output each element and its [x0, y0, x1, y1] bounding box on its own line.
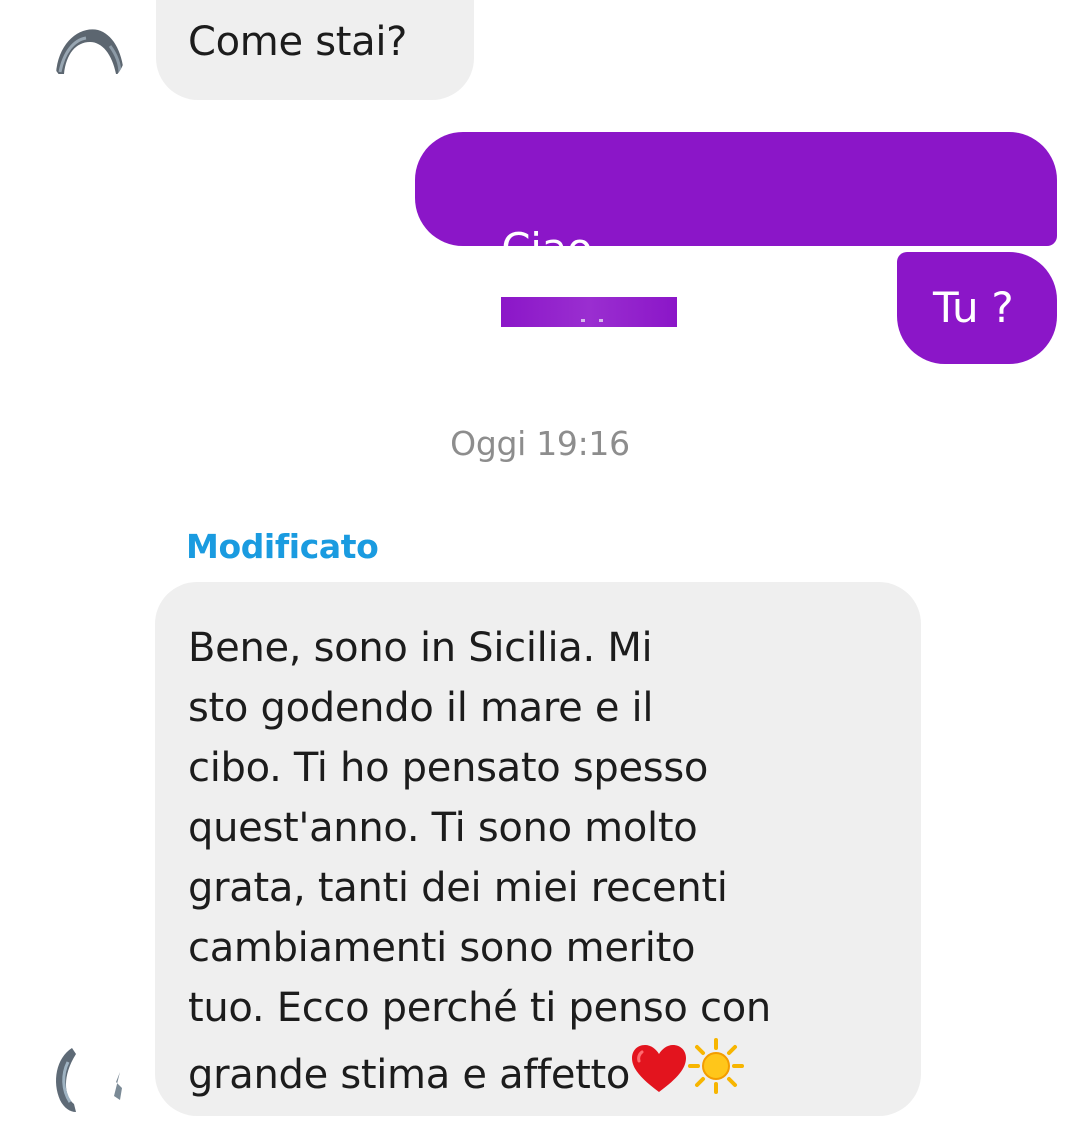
message-text: Bene, sono in Sicilia. Mi sto godendo il… [188, 618, 921, 1111]
message-line: cibo. Ti ho pensato spesso [188, 745, 709, 791]
message-text: Come stai? [188, 19, 408, 65]
message-text: Tu ? [933, 283, 1014, 332]
message-line: Bene, sono in Sicilia. Mi [188, 625, 653, 671]
message-line: quest'anno. Ti sono molto [188, 805, 698, 851]
timestamp: Oggi 19:16 [450, 424, 630, 463]
message-line: grata, tanti dei miei recenti [188, 865, 728, 911]
outgoing-message-bubble[interactable]: Tu ? [897, 252, 1057, 364]
message-line: tuo. Ecco perché ti penso con [188, 985, 771, 1031]
incoming-message-bubble[interactable]: Bene, sono in Sicilia. Mi sto godendo il… [155, 582, 921, 1116]
message-line: grande stima e affetto [188, 1052, 631, 1098]
message-line: sto godendo il mare e il [188, 685, 654, 731]
redacted-text [501, 296, 678, 327]
contact-avatar-top[interactable] [50, 12, 126, 88]
message-line: cambiamenti sono merito [188, 925, 696, 971]
outgoing-message-bubble[interactable]: Ciao bene grazie [415, 132, 1057, 393]
message-text-start: Ciao [501, 224, 593, 273]
message-line-last: grande stima e affetto [188, 1038, 921, 1111]
message-text-end: bene grazie [501, 344, 746, 393]
avatar-image [56, 1048, 122, 1112]
heart-icon [630, 1044, 688, 1111]
incoming-message-bubble[interactable]: Come stai? [156, 0, 474, 100]
sun-icon [688, 1038, 745, 1111]
edited-label[interactable]: Modificato [186, 525, 379, 569]
contact-avatar-bottom[interactable] [50, 1042, 130, 1122]
avatar-image [56, 29, 124, 75]
